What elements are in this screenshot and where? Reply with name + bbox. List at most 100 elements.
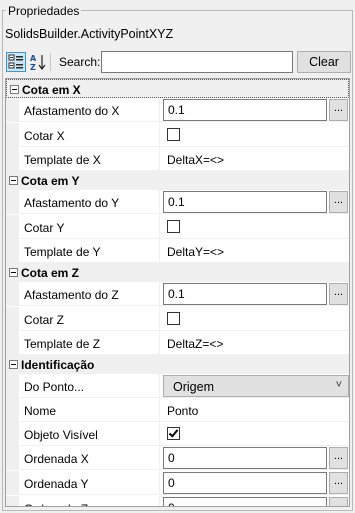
property-row[interactable]: Afastamento do Z... bbox=[6, 282, 349, 306]
column-divider[interactable] bbox=[159, 98, 160, 122]
column-divider[interactable] bbox=[159, 123, 160, 147]
property-row[interactable]: Cotar Y bbox=[6, 215, 349, 239]
row-gutter bbox=[6, 374, 19, 398]
row-gutter bbox=[6, 446, 19, 470]
toolbar-separator bbox=[50, 53, 51, 71]
column-divider[interactable] bbox=[159, 331, 160, 355]
alphabetical-view-button[interactable]: A Z bbox=[28, 52, 48, 72]
property-value-input[interactable] bbox=[163, 472, 327, 494]
property-name: Ordenada Z bbox=[24, 502, 88, 506]
property-name: Do Ponto... bbox=[24, 380, 85, 394]
property-row[interactable]: Template de X DeltaX=<> bbox=[6, 147, 349, 171]
column-divider[interactable] bbox=[159, 215, 160, 239]
row-gutter bbox=[6, 282, 19, 306]
row-separator bbox=[19, 494, 349, 495]
row-gutter bbox=[6, 190, 19, 214]
property-name: Template de X bbox=[24, 153, 101, 167]
property-value-input[interactable] bbox=[163, 191, 327, 213]
ellipsis-button[interactable]: ... bbox=[329, 497, 348, 506]
column-divider[interactable] bbox=[159, 471, 160, 495]
row-separator bbox=[19, 121, 349, 122]
property-row[interactable]: Objeto Visível bbox=[6, 422, 349, 446]
clear-button[interactable]: Clear bbox=[297, 51, 351, 73]
row-gutter bbox=[6, 98, 19, 122]
property-name: Ordenada X bbox=[24, 452, 89, 466]
property-value-input[interactable] bbox=[163, 283, 327, 305]
property-name: Afastamento do Z bbox=[24, 288, 119, 302]
property-row[interactable]: Cotar X bbox=[6, 123, 349, 147]
category-row[interactable]: Identificação bbox=[6, 355, 349, 374]
search-label: Search: bbox=[59, 55, 101, 69]
column-divider[interactable] bbox=[159, 147, 160, 171]
property-row[interactable]: Ordenada X... bbox=[6, 446, 349, 470]
category-row[interactable]: Cota em Z bbox=[6, 263, 349, 282]
row-gutter bbox=[6, 123, 19, 147]
column-divider[interactable] bbox=[159, 496, 160, 506]
group-title: Propriedades bbox=[6, 4, 82, 18]
category-label: Identificação bbox=[21, 358, 95, 372]
ellipsis-button[interactable]: ... bbox=[329, 99, 348, 121]
property-row[interactable]: Afastamento do Y... bbox=[6, 190, 349, 214]
categorized-icon bbox=[8, 54, 23, 69]
row-gutter bbox=[6, 307, 19, 331]
category-row[interactable]: Cota em X bbox=[6, 79, 349, 98]
property-row[interactable]: Do Ponto... Origem ˅ bbox=[6, 374, 349, 398]
categorized-view-button[interactable] bbox=[6, 52, 26, 72]
collapse-toggle-icon[interactable] bbox=[9, 360, 18, 369]
category-row[interactable]: Cota em Y bbox=[6, 171, 349, 190]
property-value-input[interactable] bbox=[163, 447, 327, 469]
collapse-toggle-icon[interactable] bbox=[9, 268, 18, 277]
ellipsis-button[interactable]: ... bbox=[329, 472, 348, 494]
column-divider[interactable] bbox=[159, 398, 160, 422]
property-checkbox[interactable] bbox=[167, 220, 180, 233]
column-divider[interactable] bbox=[159, 446, 160, 470]
property-name: Cotar Y bbox=[24, 221, 65, 235]
category-label: Cota em Y bbox=[21, 174, 80, 188]
property-dropdown[interactable]: Origem ˅ bbox=[163, 375, 349, 397]
search-input[interactable] bbox=[101, 51, 293, 73]
property-row[interactable]: Ordenada Y... bbox=[6, 471, 349, 495]
property-value-text: DeltaZ=<> bbox=[167, 337, 224, 351]
collapse-toggle-icon[interactable] bbox=[10, 85, 19, 94]
row-separator bbox=[19, 469, 349, 470]
row-gutter bbox=[6, 422, 19, 446]
property-checkbox[interactable] bbox=[167, 128, 180, 141]
property-checkbox[interactable] bbox=[167, 312, 180, 325]
ellipsis-button[interactable]: ... bbox=[329, 447, 348, 469]
column-divider[interactable] bbox=[159, 190, 160, 214]
property-row[interactable]: Ordenada Z... bbox=[6, 496, 349, 506]
category-label: Cota em Z bbox=[21, 266, 80, 280]
property-value-input[interactable] bbox=[163, 497, 327, 506]
property-row[interactable]: Cotar Z bbox=[6, 307, 349, 331]
checkmark-icon bbox=[168, 427, 179, 438]
property-checkbox[interactable] bbox=[167, 427, 180, 440]
property-value-input[interactable] bbox=[163, 99, 327, 121]
selected-object-title: SolidsBuilder.ActivityPointXYZ bbox=[5, 27, 174, 41]
column-divider[interactable] bbox=[159, 374, 160, 398]
dropdown-value: Origem bbox=[173, 380, 214, 394]
row-gutter bbox=[6, 398, 19, 422]
property-row[interactable]: Afastamento do X... bbox=[6, 98, 349, 122]
row-gutter bbox=[6, 215, 19, 239]
property-toolbar: A Z Search: Clear bbox=[5, 51, 351, 73]
property-name: Nome bbox=[24, 404, 57, 418]
column-divider[interactable] bbox=[159, 422, 160, 446]
property-row[interactable]: Template de Z DeltaZ=<> bbox=[6, 331, 349, 355]
collapse-toggle-icon[interactable] bbox=[9, 176, 18, 185]
column-divider[interactable] bbox=[159, 239, 160, 263]
ellipsis-button[interactable]: ... bbox=[329, 191, 348, 213]
property-row[interactable]: Template de Y DeltaY=<> bbox=[6, 239, 349, 263]
property-name: Template de Y bbox=[24, 245, 101, 259]
sort-az-icon: A Z bbox=[30, 54, 46, 72]
property-name: Ordenada Y bbox=[24, 477, 89, 491]
row-gutter bbox=[6, 147, 19, 171]
ellipsis-button[interactable]: ... bbox=[329, 283, 348, 305]
property-name: Cotar Z bbox=[24, 313, 65, 327]
property-row[interactable]: Nome Ponto bbox=[6, 398, 349, 422]
row-separator bbox=[19, 305, 349, 306]
property-name: Cotar X bbox=[24, 129, 65, 143]
row-gutter bbox=[6, 239, 19, 263]
column-divider[interactable] bbox=[159, 282, 160, 306]
property-value-text: DeltaY=<> bbox=[167, 245, 225, 259]
column-divider[interactable] bbox=[159, 307, 160, 331]
